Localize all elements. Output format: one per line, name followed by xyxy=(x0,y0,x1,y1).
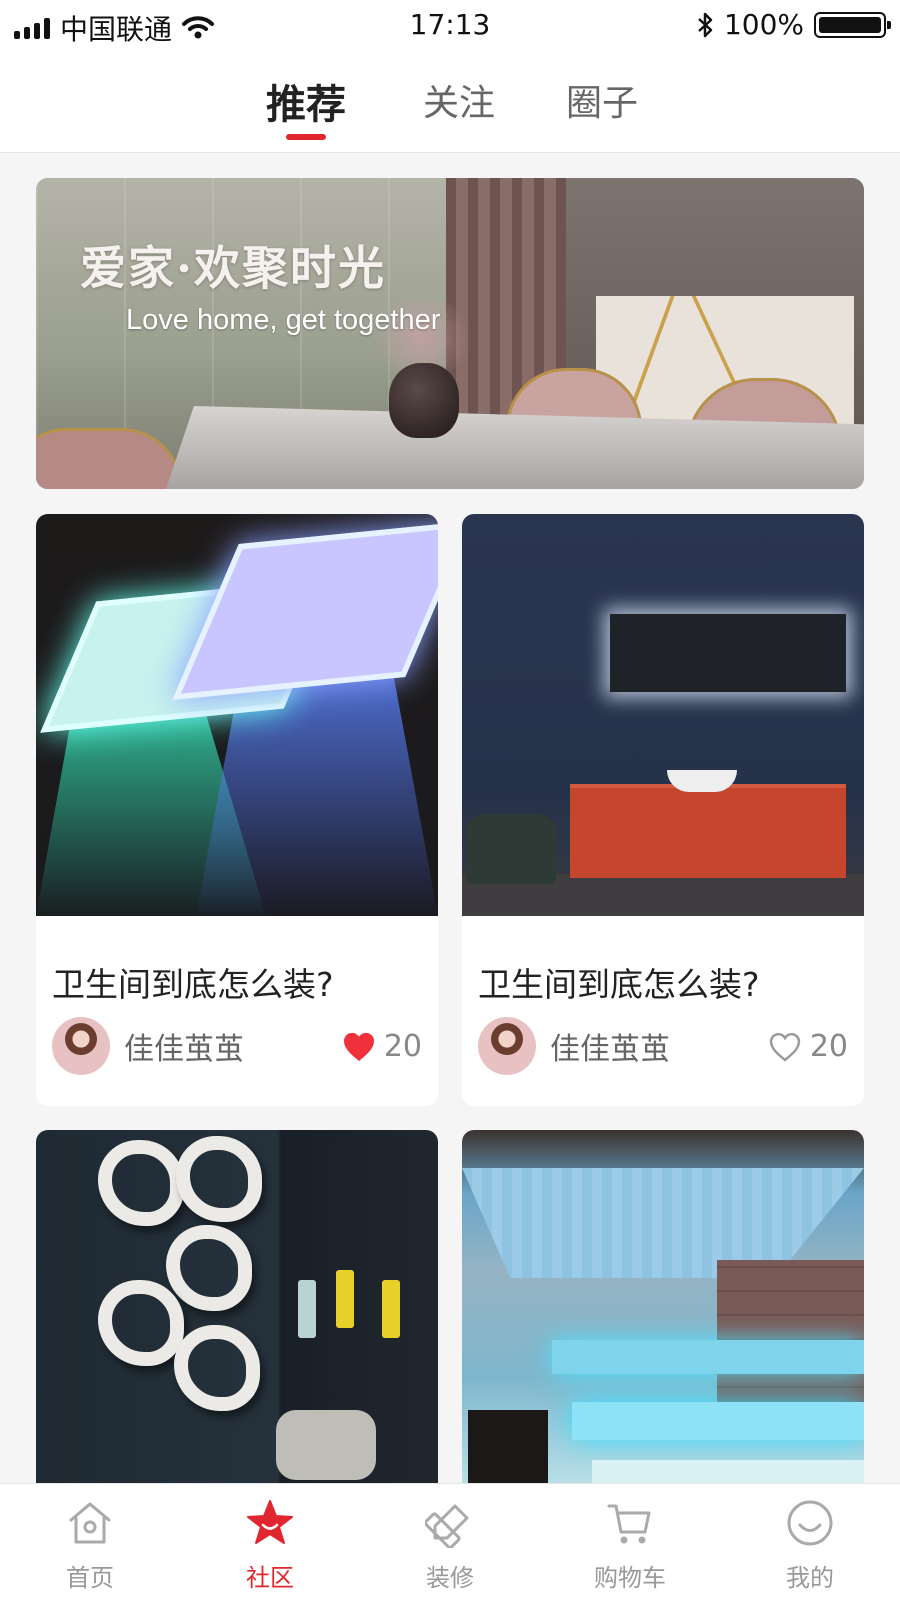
wall-ring xyxy=(176,1136,262,1222)
feed-card[interactable]: 卫生间到底怎么装? 佳佳茧茧 20 xyxy=(462,514,864,1106)
nav-item-profile[interactable]: 我的 xyxy=(720,1484,900,1601)
nav-item-decor[interactable]: 装修 xyxy=(360,1484,540,1601)
basin xyxy=(667,770,737,792)
like-button[interactable]: 20 xyxy=(342,1029,422,1064)
battery-icon xyxy=(814,11,891,38)
card-author[interactable]: 佳佳茧茧 xyxy=(52,1017,244,1075)
card-author[interactable]: 佳佳茧茧 xyxy=(478,1017,670,1075)
nav-label-home: 首页 xyxy=(66,1564,114,1592)
card-title: 卫生间到底怎么装? xyxy=(52,965,334,1004)
feed-card[interactable]: 卫生间到底怎么装? 佳佳茧茧 20 xyxy=(36,514,438,1106)
cart-icon xyxy=(607,1504,651,1544)
wall-ring xyxy=(98,1280,184,1366)
battery-percent: 100% xyxy=(723,8,804,41)
banner-subtitle: Love home, get together xyxy=(126,304,441,336)
towel xyxy=(382,1280,400,1338)
nav-label-decor: 装修 xyxy=(426,1564,474,1592)
tab-circle[interactable]: 圈子 xyxy=(565,74,639,134)
decor-icon xyxy=(425,1504,469,1548)
card-image[interactable] xyxy=(36,514,438,916)
like-button[interactable]: 20 xyxy=(768,1029,848,1064)
towel xyxy=(336,1270,354,1328)
feed-card[interactable] xyxy=(36,1130,438,1483)
card-image[interactable] xyxy=(462,1130,864,1483)
cabinet xyxy=(570,784,846,878)
stone-sink xyxy=(276,1410,376,1480)
like-count: 20 xyxy=(383,1029,422,1064)
tab-active-indicator xyxy=(286,134,326,140)
nav-label-profile: 我的 xyxy=(786,1564,834,1592)
heart-outline-icon xyxy=(769,1032,801,1062)
card-image[interactable] xyxy=(462,514,864,916)
sauna-bench xyxy=(572,1402,864,1440)
home-icon xyxy=(69,1502,111,1544)
card-title: 卫生间到底怎么装? xyxy=(478,965,760,1004)
wall-ring xyxy=(98,1140,184,1226)
card-image[interactable] xyxy=(36,1130,438,1483)
nav-item-home[interactable]: 首页 xyxy=(0,1484,180,1601)
avatar[interactable] xyxy=(52,1017,110,1075)
nav-label-community: 社区 xyxy=(246,1564,294,1592)
mirror xyxy=(610,614,846,692)
sauna-tiles xyxy=(717,1260,864,1410)
nav-item-community[interactable]: 社区 xyxy=(180,1484,360,1601)
sauna-bench xyxy=(592,1460,864,1483)
heart-filled-icon xyxy=(343,1032,374,1061)
towel xyxy=(298,1280,316,1338)
top-tabs: 推荐 关注 圈子 xyxy=(0,52,900,153)
author-name: 佳佳茧茧 xyxy=(550,1032,670,1067)
tab-follow-label: 关注 xyxy=(422,83,495,124)
shower-panel xyxy=(172,520,438,701)
tab-recommend-label: 推荐 xyxy=(266,82,346,128)
star-icon xyxy=(247,1500,293,1544)
wall-ring xyxy=(174,1325,260,1411)
bottom-nav: 首页 社区 装修 购物车 我的 xyxy=(0,1483,900,1601)
tab-circle-label: 圈子 xyxy=(565,83,638,124)
chair xyxy=(466,814,556,884)
profile-icon xyxy=(787,1500,833,1546)
feed-card[interactable] xyxy=(462,1130,864,1483)
nav-label-cart: 购物车 xyxy=(594,1564,666,1592)
banner-title: 爱家·欢聚时光 xyxy=(80,241,387,295)
status-right: 100% xyxy=(696,8,891,41)
bluetooth-icon xyxy=(698,12,713,37)
like-count: 20 xyxy=(809,1029,848,1064)
nav-item-cart[interactable]: 购物车 xyxy=(540,1484,720,1601)
banner[interactable]: 爱家·欢聚时光 Love home, get together xyxy=(36,178,864,489)
banner-bg-vase xyxy=(389,363,459,438)
tab-follow[interactable]: 关注 xyxy=(422,74,496,134)
sauna-bench xyxy=(552,1340,864,1374)
avatar[interactable] xyxy=(478,1017,536,1075)
status-bar: 中国联通 17:13 100% xyxy=(0,0,900,52)
author-name: 佳佳茧茧 xyxy=(124,1032,244,1067)
wall-ring xyxy=(166,1225,252,1311)
sauna-heater xyxy=(468,1410,548,1483)
tab-recommend[interactable]: 推荐 xyxy=(264,72,348,140)
